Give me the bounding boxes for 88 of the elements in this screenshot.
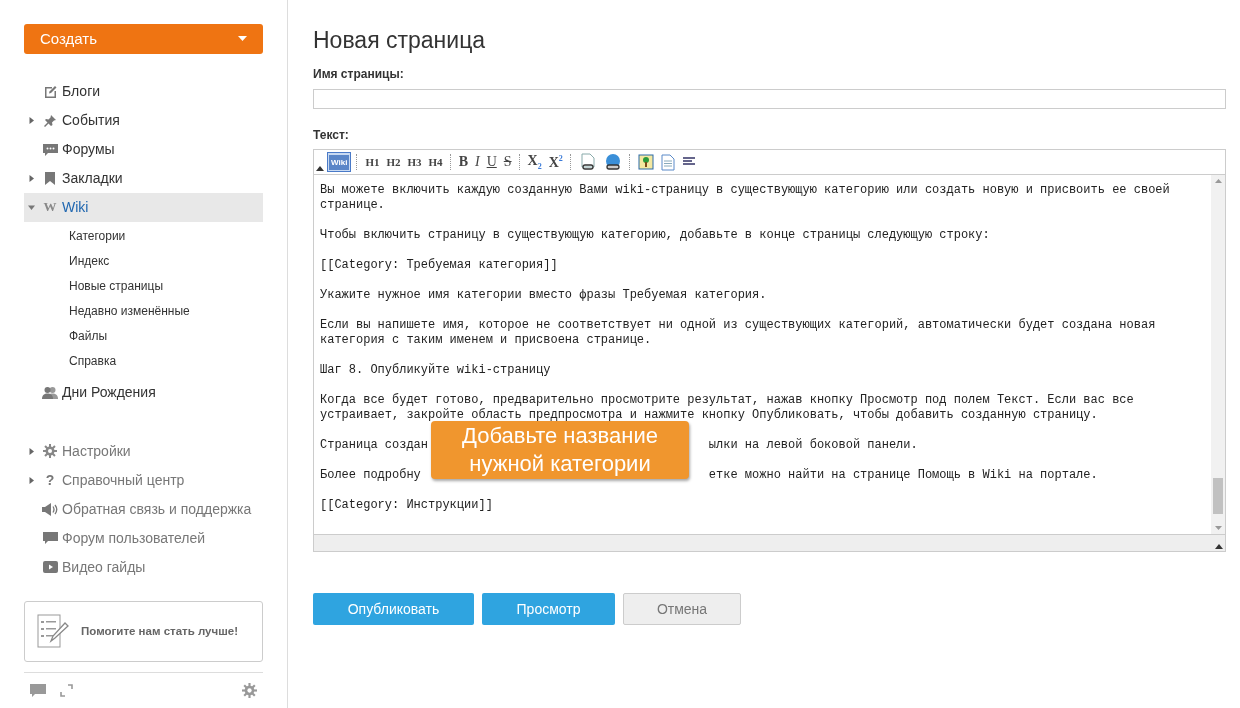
scroll-down-icon[interactable] <box>1214 526 1222 530</box>
nav-label: Обратная связь и поддержка <box>62 501 252 518</box>
wiki-icon: W <box>43 199 57 216</box>
scrollbar[interactable] <box>1211 175 1225 534</box>
document-icon[interactable] <box>660 153 675 171</box>
settings-icon[interactable] <box>242 683 257 698</box>
nav-subitem[interactable]: Категории <box>69 223 126 249</box>
collapse-icon[interactable] <box>316 166 324 171</box>
nav-label: Дни Рождения <box>62 384 156 401</box>
nav-subitem[interactable]: Индекс <box>69 248 110 274</box>
image-icon[interactable] <box>637 154 654 170</box>
scrollbar-thumb[interactable] <box>1213 478 1223 514</box>
nav-label: Блоги <box>62 83 101 100</box>
field-label: Имя страницы: <box>313 67 405 81</box>
caret-icon <box>238 36 247 42</box>
callout-tooltip: Добавьте название нужной категории <box>431 421 689 479</box>
editor-text: етке можно найти на странице Помощь в Wiki на портале. <box>708 468 1098 483</box>
nav-item[interactable]: Настройки <box>24 436 263 466</box>
nav-label: Wiki <box>62 199 89 216</box>
editor-text: ылки на левой боковой панели. <box>708 438 918 453</box>
page-name-field[interactable] <box>313 89 1226 109</box>
editor-text: Страница создан <box>320 438 429 453</box>
heading-button[interactable]: H4 <box>426 152 445 172</box>
nav-subitem[interactable]: Файлы <box>69 323 108 349</box>
editor-text: Более подробну <box>320 468 421 483</box>
nav-label: События <box>62 112 120 129</box>
nav-label: Справочный центр <box>62 472 185 489</box>
page-title: Новая страница <box>313 27 487 54</box>
nav-item[interactable]: События <box>24 105 263 135</box>
editor-text: Укажите нужное имя категории вместо фразы Требуемая категория. <box>320 288 767 303</box>
nav-label: Видео гайды <box>62 559 146 576</box>
nav-item[interactable]: Видео гайды <box>24 552 263 582</box>
editor-text: странице. <box>320 198 385 213</box>
nav-item[interactable]: Форум пользователей <box>24 523 263 553</box>
bold-button[interactable]: B <box>456 152 470 172</box>
heading-button[interactable]: H2 <box>384 152 403 172</box>
nav-subitem[interactable]: Новые страницы <box>69 273 164 299</box>
strikethrough-button[interactable]: S <box>501 152 514 172</box>
underline-button[interactable]: U <box>484 152 499 172</box>
bookmark-icon <box>45 171 55 185</box>
checklist-icon <box>37 614 69 649</box>
editor-text: [[Category: Инструкции]] <box>320 498 493 513</box>
nav-label: Закладки <box>62 170 123 187</box>
field-label: Текст: <box>313 128 350 142</box>
page-link-icon[interactable] <box>578 153 597 171</box>
resize-icon[interactable] <box>1215 544 1223 549</box>
chat-icon[interactable] <box>30 683 46 698</box>
wiki-mode-button[interactable]: Wiki <box>327 152 352 172</box>
editor-text: Если вы напишете имя, которое не соответствует ни одной из существующих категорий, автоматически будет создана новая <box>320 318 1156 333</box>
feedback-card[interactable]: Помогите нам стать лучше! <box>24 600 263 662</box>
editor-text: устраивает, закройте область предпросмотра и нажмите кнопку Опубликовать, чтобы добавить созданную страницу. <box>320 408 1098 423</box>
horizontal-rule-icon[interactable] <box>681 156 696 168</box>
expand-icon[interactable] <box>60 684 73 697</box>
nav-subitem[interactable]: Справка <box>69 348 117 374</box>
people-icon <box>42 385 58 399</box>
question-icon: ? <box>45 472 55 489</box>
nav-item[interactable]: ? Справочный центр <box>24 465 263 495</box>
editor-text: Чтобы включить страницу в существующую категорию, добавьте в конце страницы следующую строку: <box>320 228 990 243</box>
editor-text: Когда все будет готово, предварительно просмотрите результат, нажав кнопку Просмотр под полем Текст. Если вас все <box>320 393 1134 408</box>
heading-button[interactable]: H3 <box>405 152 424 172</box>
italic-button[interactable]: I <box>472 152 482 172</box>
nav-label: Форум пользователей <box>62 530 206 547</box>
superscript-button[interactable]: X$^{2}$ <box>546 152 565 172</box>
scroll-up-icon[interactable] <box>1214 179 1222 183</box>
megaphone-icon <box>42 502 58 516</box>
editor-text: категория с таким именем и присвоена странице. <box>320 333 652 348</box>
nav-label: Настройки <box>62 443 131 460</box>
editor-text: Шаг 8. Опубликуйте wiki-страницу <box>320 363 551 378</box>
heading-button[interactable]: H1 <box>363 152 382 172</box>
nav-item[interactable]: Закладки <box>24 163 263 193</box>
nav-label: Форумы <box>62 141 115 158</box>
pin-icon <box>43 113 57 127</box>
editor-text: [[Category: Требуемая категория]] <box>320 258 558 273</box>
nav-item[interactable]: Блоги <box>24 76 263 106</box>
edit-icon <box>43 84 57 98</box>
editor-text: Вы можете включить каждую созданную Вами wiki-страницу в существующую категорию или создать новую и присвоить ее своей <box>320 183 1170 198</box>
globe-link-icon[interactable] <box>603 153 622 171</box>
nav-item[interactable]: Форумы <box>24 134 263 164</box>
nav-item[interactable]: W Wiki <box>24 192 263 222</box>
play-icon <box>42 561 58 574</box>
nav-subitem[interactable]: Недавно изменённые <box>69 298 190 324</box>
cancel-button[interactable]: Отмена <box>623 593 741 625</box>
comment-icon <box>42 531 58 545</box>
subscript-button[interactable]: X$_{2}$ <box>525 152 544 172</box>
chat-icon <box>42 142 58 156</box>
gear-icon <box>43 444 57 459</box>
nav-item[interactable]: Дни Рождения <box>24 377 263 407</box>
nav-item[interactable]: Обратная связь и поддержка <box>24 494 263 524</box>
